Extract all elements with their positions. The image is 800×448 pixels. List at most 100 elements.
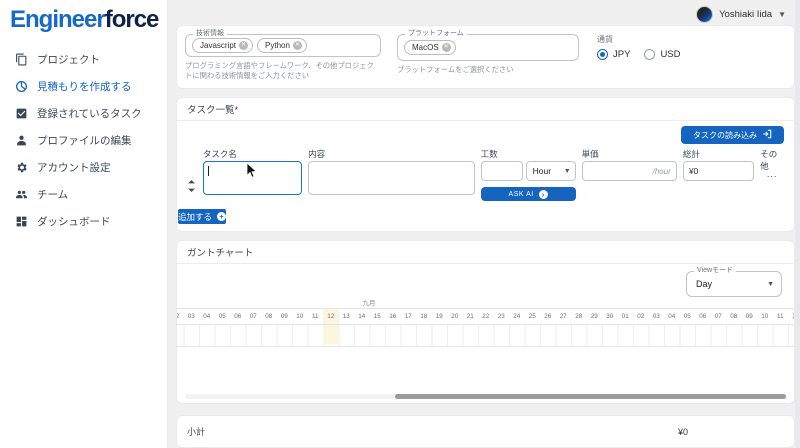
gantt-day: 27 (556, 309, 572, 324)
page-vertical-scrollbar[interactable] (795, 0, 800, 448)
gantt-day: 04 (664, 309, 680, 324)
view-mode-label: Viewモード (694, 267, 736, 274)
sidebar-item-label: 登録されているタスク (37, 106, 142, 121)
currency-option-label: JPY (613, 49, 630, 60)
sidebar-item[interactable]: 登録されているタスク (0, 100, 167, 127)
chip-label: Javascript (200, 41, 236, 50)
remove-chip-icon[interactable]: ✕ (293, 41, 302, 50)
currency-radio-jpy[interactable]: JPY (597, 49, 630, 60)
gantt-day: 03 (649, 309, 665, 324)
gantt-day: 06 (695, 309, 711, 324)
gantt-day: 19 (432, 309, 448, 324)
col-total-label: 総計 (683, 148, 754, 158)
task-row: タスク名 内容 工数 Hour ▼ (187, 148, 784, 201)
gantt-scrollbar-thumb[interactable] (395, 394, 786, 399)
chip-label: Python (265, 41, 290, 50)
sidebar-item[interactable]: チーム (0, 181, 167, 208)
col-task-name-label: タスク名 (203, 148, 302, 158)
chip[interactable]: Python✕ (257, 38, 307, 53)
gantt-day: 12 (323, 309, 339, 324)
chevron-down-icon: ▼ (767, 281, 774, 288)
person-icon (14, 134, 28, 148)
main-content: 技術情報 Javascript✕Python✕ プログラミング言語やフレームワー… (176, 0, 795, 448)
effort-input[interactable] (481, 161, 523, 181)
unit-price-input[interactable]: /hour (582, 161, 677, 181)
effort-unit-select[interactable]: Hour ▼ (526, 161, 576, 181)
ask-ai-arrow-icon: › (539, 190, 548, 199)
task-description-input[interactable] (308, 161, 475, 195)
user-name: Yoshiaki Iida (719, 9, 772, 20)
task-name-input[interactable] (203, 161, 302, 195)
gantt-day: 29 (587, 309, 603, 324)
sidebar-item-label: プロファイルの編集 (37, 133, 132, 148)
text-caret (208, 166, 209, 176)
chevron-down-icon: ▼ (564, 168, 571, 175)
gantt-day: 10 (292, 309, 308, 324)
chevron-down-icon: ▼ (778, 10, 786, 19)
tech-info-field[interactable]: 技術情報 Javascript✕Python✕ (185, 34, 381, 57)
chip[interactable]: Javascript✕ (192, 38, 253, 53)
remove-chip-icon[interactable]: ✕ (442, 43, 451, 52)
dashboard-icon (14, 215, 28, 229)
col-description-label: 内容 (308, 148, 475, 158)
load-tasks-button[interactable]: タスクの読み込み (681, 126, 784, 144)
drag-handle-icon[interactable] (187, 179, 197, 197)
sidebar-item[interactable]: 見積もりを作成する (0, 73, 167, 100)
tech-info-group: 技術情報 Javascript✕Python✕ プログラミング言語やフレームワー… (185, 34, 381, 82)
team-icon (14, 188, 28, 202)
total-value: ¥0 (689, 166, 698, 176)
gantt-horizontal-scrollbar[interactable] (185, 394, 786, 399)
gantt-day: 20 (447, 309, 463, 324)
platform-group: プラットフォーム MacOS✕ プラットフォームをご選択ください (397, 34, 579, 82)
task-check-icon (14, 107, 28, 121)
load-tasks-label: タスクの読み込み (693, 130, 757, 141)
gantt-day: 08 (726, 309, 742, 324)
ask-ai-button[interactable]: ASK AI › (481, 187, 576, 201)
gantt-day: 01 (618, 309, 634, 324)
gear-icon (14, 161, 28, 175)
platform-field[interactable]: プラットフォーム MacOS✕ (397, 34, 579, 61)
radio-unselected-icon (644, 49, 655, 60)
sidebar-item-label: ダッシュボード (37, 214, 111, 229)
platform-chips: MacOS✕ (404, 40, 456, 55)
task-list-card: タスク一覧* タスクの読み込み タスク名 内容 (176, 97, 795, 232)
sidebar-item[interactable]: プロファイルの編集 (0, 127, 167, 154)
gantt-day: 21 (463, 309, 479, 324)
gantt-day: 15 (370, 309, 386, 324)
gantt-day: 07 (711, 309, 727, 324)
sidebar-item[interactable]: アカウント設定 (0, 154, 167, 181)
remove-chip-icon[interactable]: ✕ (239, 41, 248, 50)
pie-chart-icon (14, 80, 28, 94)
sidebar-item[interactable]: プロジェクト (0, 46, 167, 73)
col-effort-label: 工数 (481, 148, 576, 158)
subtotal-value: ¥0 (678, 427, 688, 437)
chip[interactable]: MacOS✕ (404, 40, 456, 55)
gantt-day: 10 (757, 309, 773, 324)
radio-selected-icon (597, 49, 608, 60)
user-menu[interactable]: Yoshiaki Iida ▼ (696, 6, 786, 23)
view-mode-value: Day (696, 279, 712, 289)
ask-ai-label: ASK AI (509, 191, 534, 198)
gantt-day: 04 (199, 309, 215, 324)
unit-price-placeholder: /hour (653, 167, 671, 176)
copy-icon (14, 53, 28, 67)
sidebar-item-label: 見積もりを作成する (37, 79, 132, 94)
import-icon (762, 129, 772, 141)
tech-info-helper: プログラミング言語やフレームワーク、その他プロジェクトに関わる技術情報をご入力く… (185, 61, 381, 82)
gantt-day: 17 (401, 309, 417, 324)
sidebar-item[interactable]: ダッシュボード (0, 208, 167, 235)
gantt-chart-card: ガントチャート Viewモード Day ▼ 九月 020304050607080… (176, 240, 795, 404)
avatar (696, 6, 713, 23)
gantt-day: 24 (509, 309, 525, 324)
gantt-day: 30 (602, 309, 618, 324)
gantt-grid (177, 325, 794, 347)
add-circle-icon: + (217, 212, 226, 221)
currency-radio-usd[interactable]: USD (644, 49, 680, 60)
row-more-menu[interactable]: ... (760, 169, 784, 179)
sidebar-item-label: チーム (37, 187, 68, 202)
gantt-day: 23 (494, 309, 510, 324)
gantt-day: 08 (261, 309, 277, 324)
app-logo[interactable]: Engineerforce (0, 0, 167, 38)
add-task-button[interactable]: 追加する + (178, 209, 226, 224)
view-mode-select[interactable]: Viewモード Day ▼ (686, 271, 782, 297)
